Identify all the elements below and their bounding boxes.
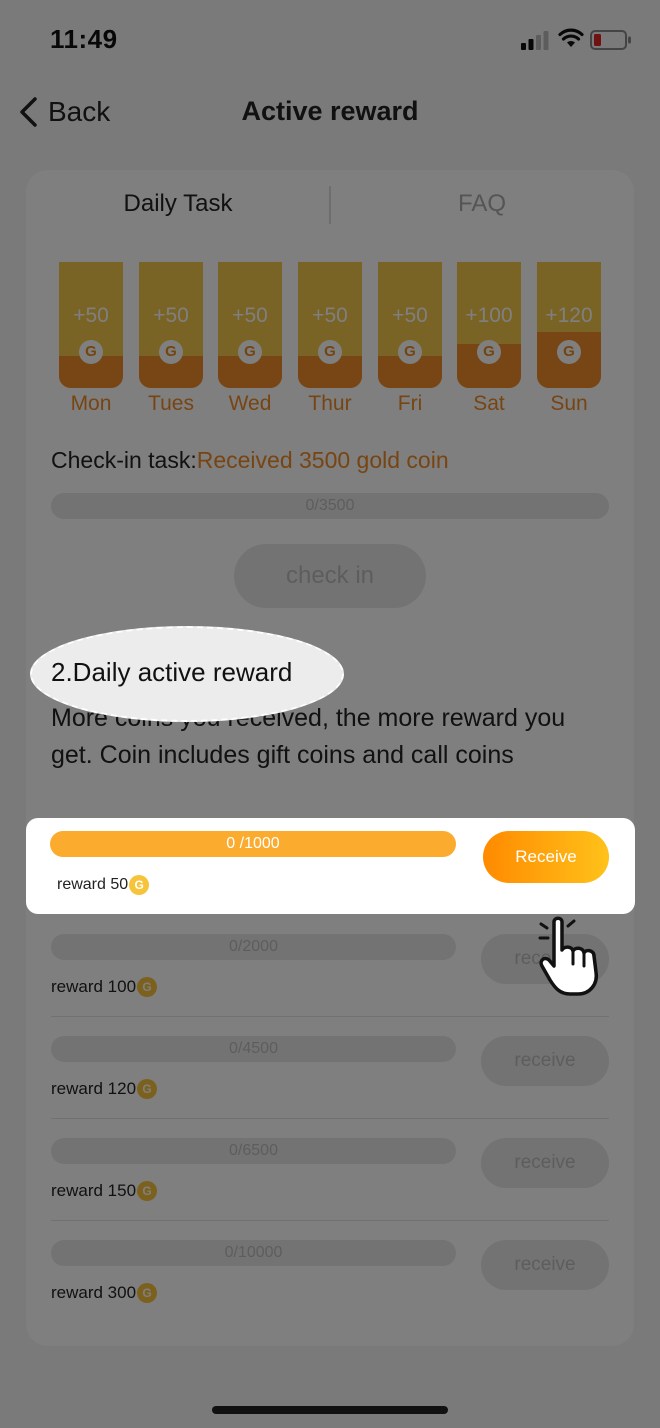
section-heading: 2.Daily active reward [51,657,293,687]
reward-amount: reward 50 G [57,875,150,895]
receive-button-highlighted[interactable]: Receive [483,831,609,883]
gold-coin-icon: G [129,875,150,895]
reward-label: reward 50 [57,876,129,893]
home-indicator [212,1406,448,1414]
reward-progress-bar: 0 /1000 [50,831,456,857]
tutorial-overlay [0,0,660,1428]
pointing-hand-icon [538,916,599,996]
active-reward-screen: 11:49 Back Active reward Daily Task FAQ … [0,0,660,1428]
